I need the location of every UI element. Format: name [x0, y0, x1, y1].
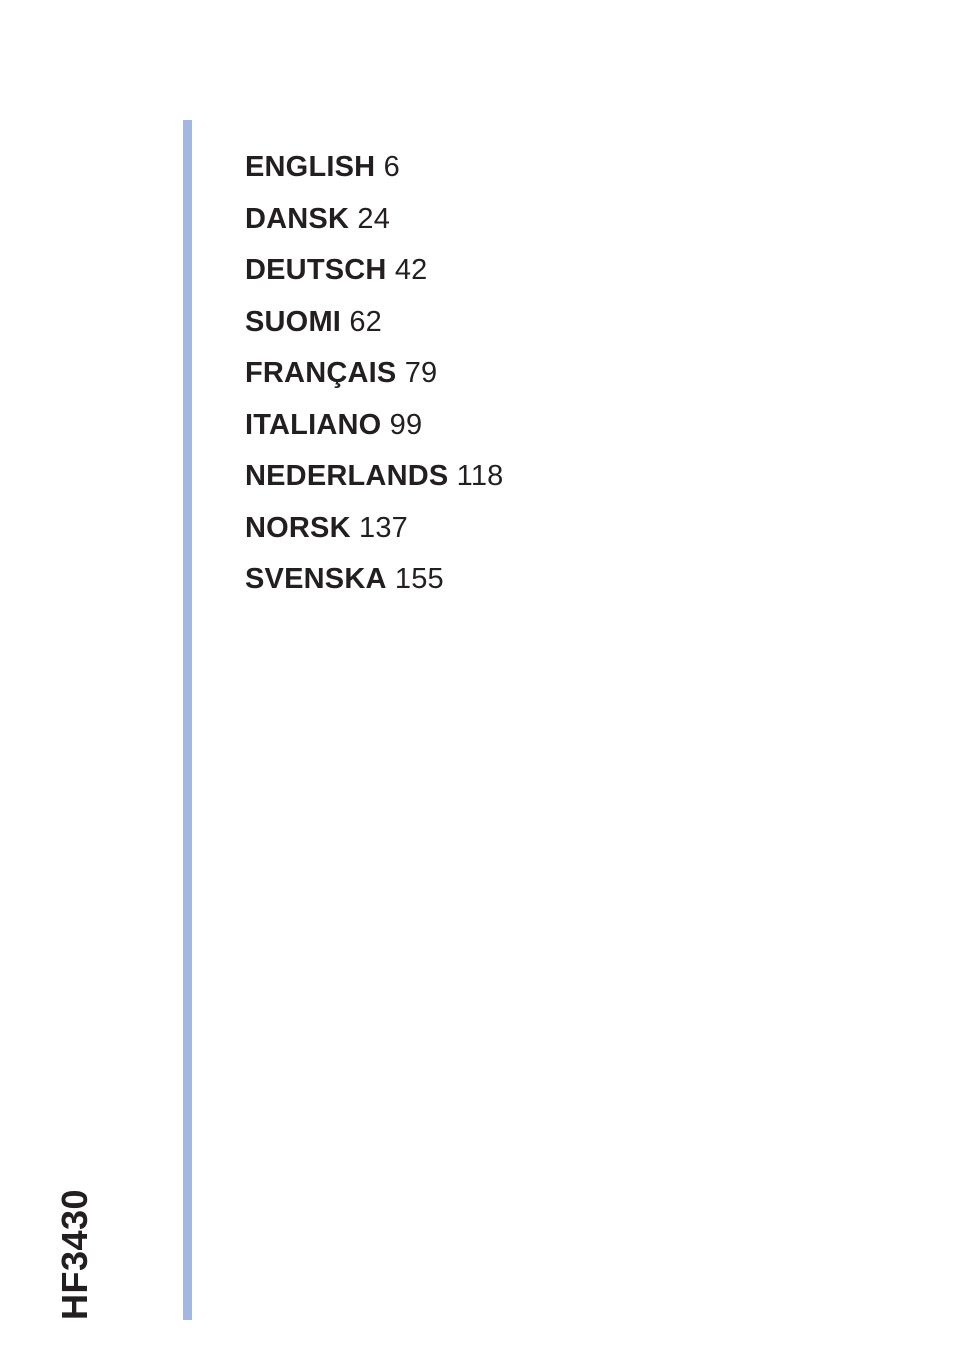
page: ENGLISH 6 DANSK 24 DEUTSCH 42 SUOMI 62 F… [0, 0, 954, 1345]
toc-language: NEDERLANDS [245, 460, 448, 492]
toc-entry: FRANÇAIS 79 [245, 348, 504, 400]
toc-entry: DANSK 24 [245, 194, 504, 246]
toc-language: ENGLISH [245, 151, 375, 183]
table-of-contents: ENGLISH 6 DANSK 24 DEUTSCH 42 SUOMI 62 F… [245, 142, 504, 606]
toc-entry: SVENSKA 155 [245, 554, 504, 606]
toc-page-number: 42 [395, 254, 428, 286]
toc-page-number: 62 [349, 306, 382, 338]
toc-entry: NORSK 137 [245, 503, 504, 555]
model-number: HF3430 [54, 1189, 96, 1320]
toc-language: DEUTSCH [245, 254, 387, 286]
toc-page-number: 79 [405, 357, 438, 389]
toc-language: SUOMI [245, 306, 341, 338]
toc-page-number: 24 [357, 203, 390, 235]
toc-page-number: 99 [390, 409, 423, 441]
toc-language: ITALIANO [245, 409, 381, 441]
toc-entry: ITALIANO 99 [245, 400, 504, 452]
vertical-rule [183, 120, 192, 1320]
toc-page-number: 155 [395, 563, 444, 595]
toc-language: FRANÇAIS [245, 357, 396, 389]
toc-page-number: 118 [457, 460, 504, 492]
toc-entry: DEUTSCH 42 [245, 245, 504, 297]
toc-page-number: 137 [359, 512, 408, 544]
toc-entry: SUOMI 62 [245, 297, 504, 349]
toc-page-number: 6 [384, 151, 400, 183]
toc-entry: ENGLISH 6 [245, 142, 504, 194]
toc-language: DANSK [245, 203, 349, 235]
toc-entry: NEDERLANDS 118 [245, 451, 504, 503]
toc-language: SVENSKA [245, 563, 387, 595]
toc-language: NORSK [245, 512, 351, 544]
